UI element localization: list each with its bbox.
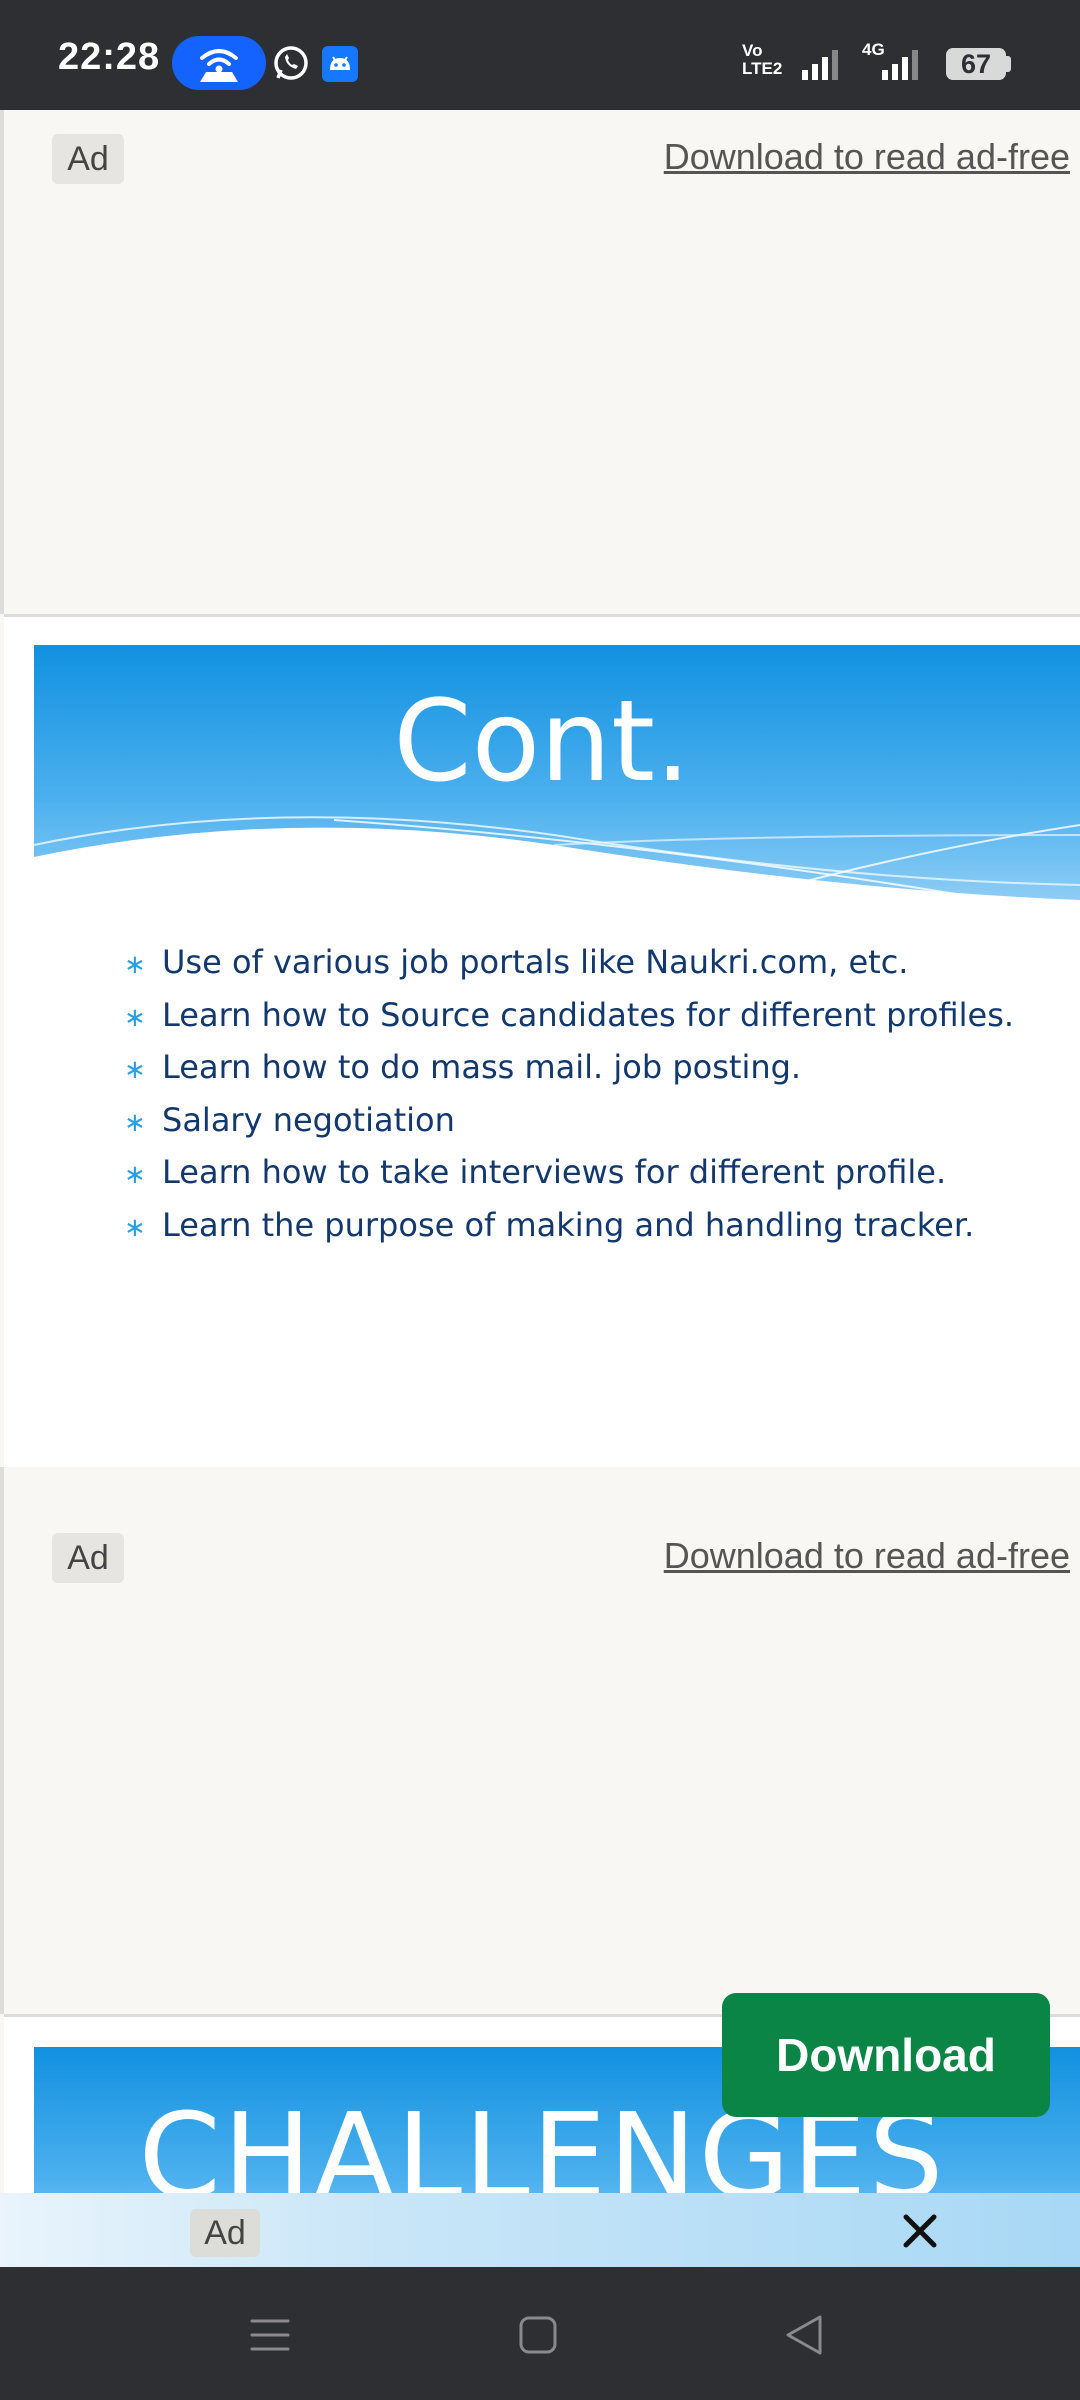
bullet-text: Learn how to take interviews for differe…	[162, 1153, 947, 1191]
bottom-ad-banner[interactable]: Ad	[0, 2193, 1080, 2267]
battery-tip	[1006, 56, 1011, 72]
hotspot-icon	[172, 36, 266, 90]
ad-badge: Ad	[190, 2209, 260, 2257]
ad-block: Ad Download to read ad-free	[0, 110, 1080, 614]
battery-icon: 67	[946, 48, 1006, 80]
list-item: ∗ Salary negotiation	[124, 1101, 1014, 1154]
list-item: ∗ Learn how to Source candidates for diff…	[124, 996, 1014, 1049]
android-icon	[322, 46, 358, 82]
volte-indicator: Vo LTE2	[742, 41, 783, 78]
bullet-icon: ∗	[124, 950, 146, 980]
home-icon[interactable]	[518, 2315, 558, 2355]
list-item: ∗ Learn how to take interviews for differ…	[124, 1153, 1014, 1206]
bullet-icon: ∗	[124, 1002, 146, 1033]
menu-icon[interactable]	[250, 2315, 290, 2355]
signal-icon	[882, 50, 918, 80]
ad-badge: Ad	[52, 134, 124, 184]
signal-icon	[802, 50, 838, 80]
download-ad-free-link[interactable]: Download to read ad-free	[664, 136, 1070, 178]
slide: Cont. ∗ Use of various job portals like N…	[4, 614, 1080, 1470]
bullet-text: Learn how to Source candidates for diffe…	[162, 995, 1015, 1034]
list-item: ∗ Learn how to do mass mail. job posting.	[124, 1048, 1014, 1101]
bullet-icon: ∗	[124, 1212, 146, 1243]
list-item: ∗ Learn the purpose of making and handlin…	[124, 1206, 1014, 1259]
status-time: 22:28	[58, 36, 161, 78]
close-icon[interactable]	[900, 2211, 940, 2251]
back-icon[interactable]	[782, 2313, 826, 2357]
bullet-list: ∗ Use of various job portals like Naukri.…	[124, 943, 1014, 1258]
edge-line	[0, 110, 4, 614]
bullet-text: Learn how to do mass mail. job posting.	[162, 1048, 802, 1086]
bullet-icon: ∗	[124, 1055, 146, 1085]
ad-block: Ad Download to read ad-free	[0, 1467, 1080, 2014]
whatsapp-icon	[274, 46, 308, 80]
bullet-text: Salary negotiation	[162, 1100, 455, 1139]
bullet-text: Learn the purpose of making and handling…	[162, 1205, 975, 1244]
list-item: ∗ Use of various job portals like Naukri.…	[124, 943, 1014, 996]
navigation-bar	[0, 2267, 1080, 2400]
ad-badge: Ad	[52, 1533, 124, 1583]
slide-title: Cont.	[393, 677, 691, 807]
bullet-icon: ∗	[124, 1107, 146, 1138]
edge-line	[0, 1467, 4, 2014]
bullet-text: Use of various job portals like Naukri.c…	[162, 943, 909, 981]
bullet-icon: ∗	[124, 1160, 146, 1190]
download-ad-free-link[interactable]: Download to read ad-free	[664, 1535, 1070, 1577]
status-bar: 22:28 Vo LTE2 4G 67	[0, 0, 1080, 110]
download-button[interactable]: Download	[722, 1993, 1050, 2117]
